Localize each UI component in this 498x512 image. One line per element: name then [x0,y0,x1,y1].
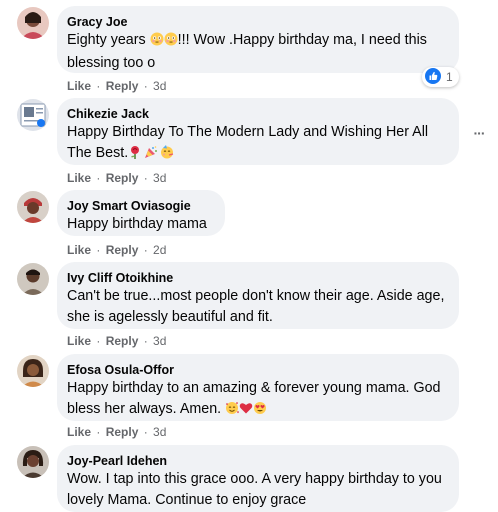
comment-timestamp[interactable]: 3d [153,79,166,93]
commenter-name[interactable]: Joy Smart Oviasogie [67,198,213,214]
smiling-face-with-hearts-icon [225,401,240,422]
comment-bubble: Ivy Cliff Otoikhine Can't be true...most… [57,262,459,329]
rose-icon [128,145,142,166]
commenter-name[interactable]: Joy-Pearl Idehen [67,453,447,469]
comment-timestamp[interactable]: 2d [153,243,166,257]
partying-face-icon [160,145,174,166]
heart-eyes-icon [253,401,267,422]
comment-bubble: Efosa Osula-Offor Happy birthday to an a… [57,354,459,421]
more-options-icon[interactable]: ··· [470,124,488,142]
like-button[interactable]: Like [67,243,91,257]
commenter-name[interactable]: Gracy Joe [67,14,447,30]
comment-text: Eighty years !!! Wow .Happy birthday ma,… [67,32,427,71]
comment-bubble: Gracy Joe Eighty years !!! Wow .Happy bi… [57,6,459,73]
like-button[interactable]: Like [67,171,91,185]
comment-bubble: Chikezie Jack Happy Birthday To The Mode… [57,98,459,165]
comment-timestamp[interactable]: 3d [153,425,166,439]
reply-button[interactable]: Reply [106,243,139,257]
commenter-name[interactable]: Chikezie Jack [67,106,447,122]
comment-actions: Like · Reply · 3d [67,79,167,93]
comment-text: Happy birthday to an amazing & forever y… [67,378,447,422]
flushed-face-icon [150,32,164,53]
reaction-number: 1 [446,70,453,84]
reaction-count[interactable]: 1 [422,67,459,87]
comment-bubble: Joy Smart Oviasogie Happy birthday mama [57,190,225,236]
reply-button[interactable]: Reply [106,334,139,348]
avatar[interactable] [17,191,49,223]
comment-text: Happy birthday mama [67,216,207,232]
red-heart-icon [239,401,253,422]
avatar[interactable] [17,263,49,295]
like-button[interactable]: Like [67,425,91,439]
comment-timestamp[interactable]: 3d [153,334,166,348]
like-button[interactable]: Like [67,334,91,348]
avatar[interactable] [17,355,49,387]
reply-button[interactable]: Reply [106,425,139,439]
like-button[interactable]: Like [67,79,91,93]
party-popper-icon [144,145,158,166]
commenter-name[interactable]: Efosa Osula-Offor [67,362,447,378]
comment-text: Can't be true...most people don't know t… [67,288,445,325]
avatar[interactable] [17,446,49,478]
comment-actions: Like · Reply · 2d [67,243,167,257]
comment-text: Wow. I tap into this grace ooo. A very h… [67,471,442,508]
comment-actions: Like · Reply · 3d [67,334,167,348]
comment-text: Happy Birthday To The Modern Lady and Wi… [67,122,447,166]
comment-bubble: Joy-Pearl Idehen Wow. I tap into this gr… [57,445,459,512]
like-icon [425,67,441,87]
comment-actions: Like · Reply · 3d [67,171,167,185]
comment-timestamp[interactable]: 3d [153,171,166,185]
reply-button[interactable]: Reply [106,171,139,185]
avatar[interactable] [17,99,49,131]
flushed-face-icon [164,32,178,53]
comment-actions: Like · Reply · 3d [67,425,167,439]
avatar[interactable] [17,7,49,39]
commenter-name[interactable]: Ivy Cliff Otoikhine [67,270,447,286]
reply-button[interactable]: Reply [106,79,139,93]
